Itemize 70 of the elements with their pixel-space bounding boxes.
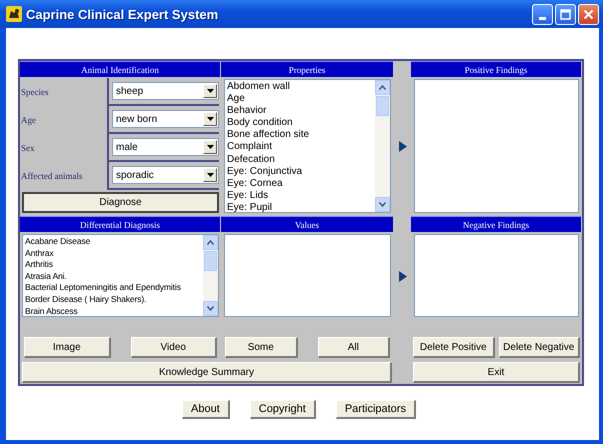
maximize-icon [560, 8, 571, 20]
dropdown-arrow-icon [206, 145, 214, 149]
scroll-thumb[interactable] [204, 251, 217, 271]
close-button[interactable] [578, 4, 599, 24]
action-button[interactable]: Delete Negative [498, 337, 580, 358]
scroll-up-icon [207, 240, 214, 245]
list-item[interactable]: Defecation [227, 154, 275, 166]
action-button[interactable]: Video [130, 337, 217, 358]
scroll-up-icon [379, 85, 386, 90]
section-header: Values [221, 216, 394, 232]
dropdown-arrow-icon [206, 89, 214, 93]
positive-findings-list[interactable] [414, 79, 579, 213]
list-item[interactable]: Abdomen wall [227, 81, 290, 94]
dropdown-field[interactable]: new born [112, 110, 219, 128]
minimize-icon [539, 16, 546, 20]
list-item[interactable]: Behavior [227, 105, 266, 118]
list-item[interactable]: Age [227, 93, 245, 106]
list-item[interactable]: Anthrax [25, 248, 54, 260]
section-header: Differential Diagnosis [20, 216, 221, 232]
list-item[interactable]: Eye: Cornea [227, 178, 283, 190]
properties-list[interactable]: Abdomen wall Age Behavior Body condition Bone affection site Complaint Defecation Eye: Conjunctiva Eye: Cornea Eye: Lids Eye: Pupil [224, 79, 391, 213]
section-header: Animal Identification [20, 61, 221, 77]
dropdown-arrow-icon [206, 117, 214, 121]
scroll-down-icon [379, 202, 386, 207]
list-item[interactable]: Bone affection site [227, 129, 310, 142]
exit-button[interactable]: Exit [413, 362, 580, 383]
field-label: Sex [20, 143, 36, 153]
dropdown-arrow-icon [206, 173, 214, 177]
footer-button[interactable]: Copyright [250, 400, 316, 419]
knowledge-summary-button[interactable]: Knowledge Summary [22, 362, 392, 383]
minimize-button[interactable] [532, 4, 553, 24]
action-button[interactable]: Delete Positive [413, 337, 494, 358]
list-item[interactable]: Eye: Conjunctiva [227, 166, 302, 178]
maximize-button[interactable] [555, 4, 576, 24]
window-title: Caprine Clinical Expert System [26, 6, 220, 22]
list-item[interactable]: Eye: Pupil [227, 202, 272, 212]
action-button[interactable]: Some [225, 337, 298, 358]
dropdown-field[interactable]: sheep [112, 82, 219, 100]
section-header: Negative Findings [411, 216, 582, 232]
diagnosis-list[interactable]: Acabane Disease Anthrax Arthritis Atrasia Ani. Bacterial Leptomeningitis and Ependymitis Border Disease ( Hairy Shakers). Brain Abscess [22, 234, 219, 317]
scroll-down-icon [207, 306, 214, 311]
list-item[interactable]: Border Disease ( Hairy Shakers). [25, 294, 146, 306]
diagnose-button[interactable]: Diagnose [22, 192, 219, 213]
action-button[interactable]: Image [24, 337, 110, 358]
footer-button[interactable]: Participators [336, 400, 416, 419]
dropdown-field[interactable]: sporadic [112, 166, 219, 184]
field-label: Species [20, 87, 50, 97]
close-icon [583, 8, 594, 20]
right-arrow-icon [398, 141, 406, 152]
list-item[interactable]: Bacterial Leptomeningitis and Ependymitis [25, 282, 181, 294]
values-list[interactable] [224, 234, 391, 317]
footer-button[interactable]: About [182, 400, 230, 419]
list-item[interactable]: Complaint [227, 141, 272, 154]
list-item[interactable]: Body condition [227, 117, 293, 130]
scroll-thumb[interactable] [376, 96, 389, 116]
action-button[interactable]: All [318, 337, 390, 358]
list-item[interactable]: Arthritis [25, 259, 53, 271]
scrollbar[interactable] [375, 80, 390, 212]
section-header: Properties [221, 61, 394, 77]
dropdown-field[interactable]: male [112, 138, 219, 156]
list-item[interactable]: Brain Abscess [25, 306, 78, 316]
scrollbar[interactable] [203, 235, 218, 316]
list-item[interactable]: Acabane Disease [25, 236, 90, 248]
negative-findings-list[interactable] [414, 234, 579, 317]
list-item[interactable]: Atrasia Ani. [25, 270, 67, 282]
field-label: Age [20, 115, 37, 125]
list-item[interactable]: Eye: Lids [227, 190, 268, 202]
section-header: Positive Findings [411, 61, 582, 77]
right-arrow-icon [398, 270, 406, 282]
field-label: Affected animals [20, 171, 84, 181]
